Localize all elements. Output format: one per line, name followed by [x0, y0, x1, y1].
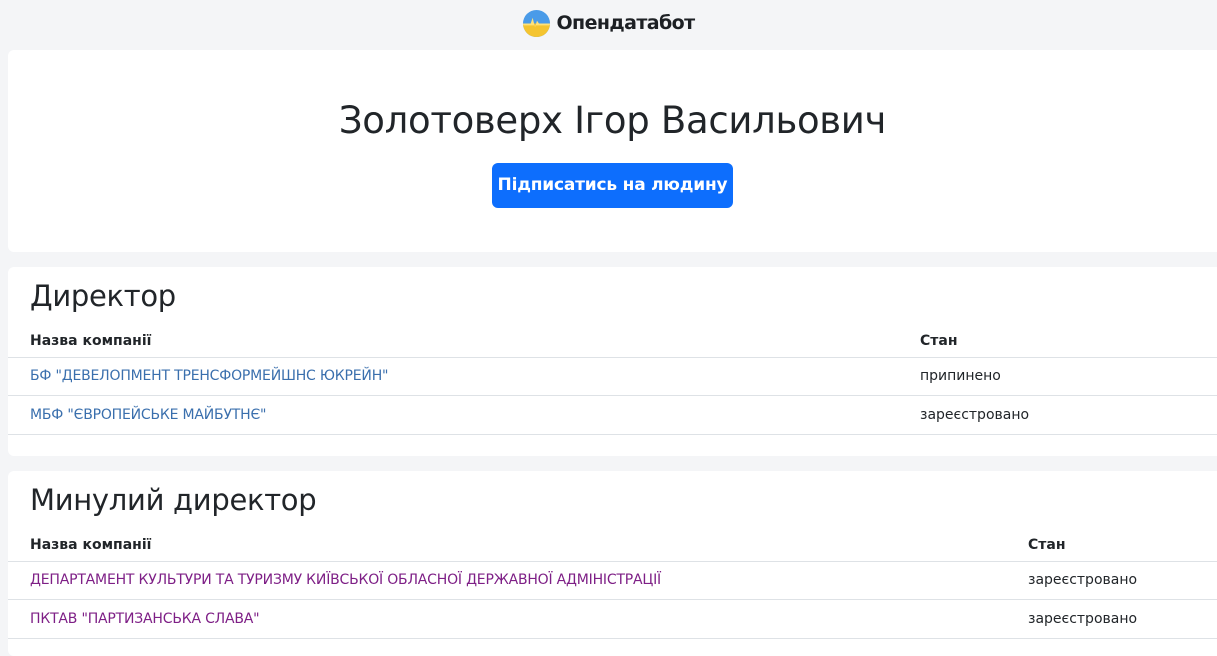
table-header-row: Назва компанії Стан: [8, 529, 1217, 562]
past-director-section: Минулий директор Назва компанії Стан ДЕП…: [8, 471, 1217, 656]
company-cell: ПКТАВ "ПАРТИЗАНСЬКА СЛАВА": [8, 599, 1028, 639]
top-bar: Опендатабот: [0, 0, 1217, 46]
company-cell: МБФ "ЄВРОПЕЙСЬКЕ МАЙБУТНЄ": [8, 395, 920, 435]
company-link[interactable]: ДЕПАРТАМЕНТ КУЛЬТУРИ ТА ТУРИЗМУ КИЇВСЬКО…: [30, 572, 661, 588]
status-cell: припинено: [920, 357, 1217, 396]
column-header-status: Стан: [1028, 529, 1217, 562]
company-cell: ДЕПАРТАМЕНТ КУЛЬТУРИ ТА ТУРИЗМУ КИЇВСЬКО…: [8, 561, 1028, 600]
person-name: Золотоверх Ігор Васильович: [338, 99, 887, 142]
table-header-row: Назва компанії Стан: [8, 325, 1217, 358]
table-row: ПКТАВ "ПАРТИЗАНСЬКА СЛАВА" зареєстровано: [8, 599, 1217, 639]
column-header-company: Назва компанії: [8, 529, 1028, 562]
company-link[interactable]: ПКТАВ "ПАРТИЗАНСЬКА СЛАВА": [30, 611, 260, 627]
company-link[interactable]: МБФ "ЄВРОПЕЙСЬКЕ МАЙБУТНЄ": [30, 407, 266, 423]
table-row: ДЕПАРТАМЕНТ КУЛЬТУРИ ТА ТУРИЗМУ КИЇВСЬКО…: [8, 561, 1217, 600]
subscribe-to-person-button[interactable]: Підписатись на людину: [492, 163, 733, 208]
director-section: Директор Назва компанії Стан БФ "ДЕВЕЛОП…: [8, 267, 1217, 456]
status-cell: зареєстровано: [920, 395, 1217, 435]
sun-over-field-logo-icon[interactable]: [522, 9, 551, 38]
status-cell: зареєстровано: [1028, 561, 1217, 600]
director-table: Назва компанії Стан БФ "ДЕВЕЛОПМЕНТ ТРЕН…: [8, 325, 1217, 435]
company-link[interactable]: БФ "ДЕВЕЛОПМЕНТ ТРЕНСФОРМЕЙШНС ЮКРЕЙН": [30, 368, 388, 384]
past-director-section-title: Минулий директор: [30, 483, 317, 517]
past-director-table: Назва компанії Стан ДЕПАРТАМЕНТ КУЛЬТУРИ…: [8, 529, 1217, 639]
person-header-card: Золотоверх Ігор Васильович Підписатись н…: [8, 50, 1217, 252]
table-row: БФ "ДЕВЕЛОПМЕНТ ТРЕНСФОРМЕЙШНС ЮКРЕЙН" п…: [8, 357, 1217, 396]
table-row: МБФ "ЄВРОПЕЙСЬКЕ МАЙБУТНЄ" зареєстровано: [8, 395, 1217, 435]
company-cell: БФ "ДЕВЕЛОПМЕНТ ТРЕНСФОРМЕЙШНС ЮКРЕЙН": [8, 357, 920, 396]
brand-name[interactable]: Опендатабот: [556, 12, 695, 34]
director-section-title: Директор: [30, 279, 176, 313]
status-cell: зареєстровано: [1028, 599, 1217, 639]
column-header-status: Стан: [920, 325, 1217, 358]
column-header-company: Назва компанії: [8, 325, 920, 358]
